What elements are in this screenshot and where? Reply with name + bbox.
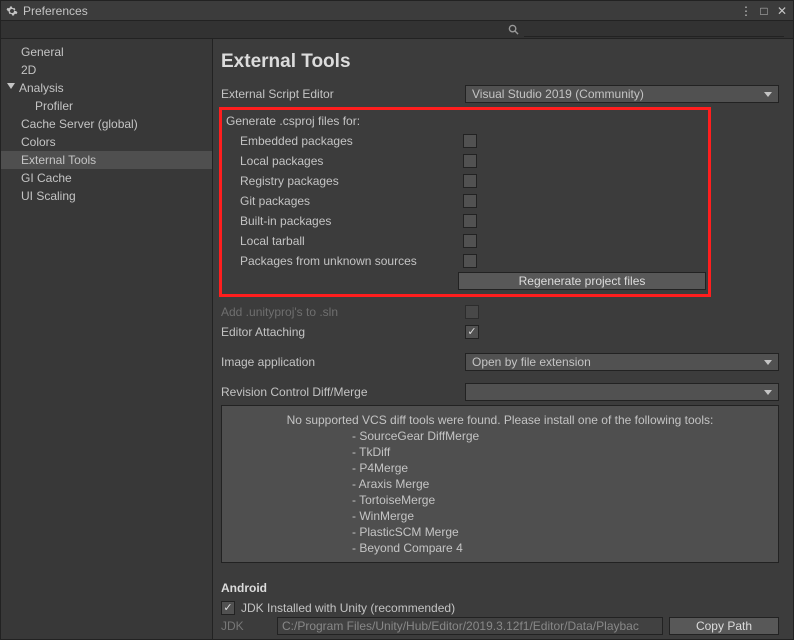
editor-attaching-checkbox[interactable] xyxy=(465,325,479,339)
sidebar-item-cache-server[interactable]: Cache Server (global) xyxy=(1,115,212,133)
titlebar: Preferences ⋮ □ ✕ xyxy=(1,1,793,21)
csproj-registry-checkbox[interactable] xyxy=(463,174,477,188)
close-icon[interactable]: ✕ xyxy=(775,4,789,18)
image-app-dropdown[interactable]: Open by file extension xyxy=(465,353,779,371)
search-input[interactable] xyxy=(524,22,784,37)
copy-path-button[interactable]: Copy Path xyxy=(669,617,779,635)
image-app-label: Image application xyxy=(221,355,465,369)
chevron-down-icon xyxy=(7,83,15,89)
csproj-item-label: Local tarball xyxy=(226,234,463,248)
sidebar-item-ui-scaling[interactable]: UI Scaling xyxy=(1,187,212,205)
unityproj-label: Add .unityproj's to .sln xyxy=(221,305,465,319)
editor-attaching-label: Editor Attaching xyxy=(221,325,465,339)
csproj-item-label: Embedded packages xyxy=(226,134,463,148)
vcs-tool: - TortoiseMerge xyxy=(352,492,768,508)
vcs-tool: - SourceGear DiffMerge xyxy=(352,428,768,444)
csproj-tarball-checkbox[interactable] xyxy=(463,234,477,248)
csproj-builtin-checkbox[interactable] xyxy=(463,214,477,228)
csproj-item-label: Local packages xyxy=(226,154,463,168)
csproj-highlight-box: Generate .csproj files for: Embedded pac… xyxy=(219,107,711,297)
maximize-icon[interactable]: □ xyxy=(757,4,771,18)
image-app-value: Open by file extension xyxy=(472,355,591,369)
csproj-item-label: Registry packages xyxy=(226,174,463,188)
csproj-local-checkbox[interactable] xyxy=(463,154,477,168)
vcs-tool: - P4Merge xyxy=(352,460,768,476)
sidebar-item-analysis[interactable]: Analysis xyxy=(1,79,212,97)
vcs-tool: - WinMerge xyxy=(352,508,768,524)
regenerate-button[interactable]: Regenerate project files xyxy=(458,272,706,290)
gear-icon xyxy=(5,4,19,18)
window-title: Preferences xyxy=(23,4,739,18)
content-panel: External Tools External Script Editor Vi… xyxy=(213,39,793,639)
unityproj-checkbox xyxy=(465,305,479,319)
jdk-installed-label: JDK Installed with Unity (recommended) xyxy=(241,601,455,615)
script-editor-label: External Script Editor xyxy=(221,87,465,101)
csproj-heading: Generate .csproj files for: xyxy=(226,114,470,128)
sidebar: General 2D Analysis Profiler Cache Serve… xyxy=(1,39,213,639)
vcs-message: No supported VCS diff tools were found. … xyxy=(232,412,768,428)
search-icon xyxy=(506,23,520,37)
window-menu-icon[interactable]: ⋮ xyxy=(739,4,753,18)
vcs-tool: - PlasticSCM Merge xyxy=(352,524,768,540)
preferences-window: Preferences ⋮ □ ✕ General 2D Analysis Pr… xyxy=(0,0,794,640)
sidebar-item-colors[interactable]: Colors xyxy=(1,133,212,151)
searchbar xyxy=(1,21,793,39)
csproj-git-checkbox[interactable] xyxy=(463,194,477,208)
sidebar-item-external-tools[interactable]: External Tools xyxy=(1,151,212,169)
vcs-tool: - TkDiff xyxy=(352,444,768,460)
csproj-item-label: Git packages xyxy=(226,194,463,208)
csproj-embedded-checkbox[interactable] xyxy=(463,134,477,148)
script-editor-value: Visual Studio 2019 (Community) xyxy=(472,87,644,101)
jdk-label: JDK xyxy=(221,619,271,633)
sidebar-item-general[interactable]: General xyxy=(1,43,212,61)
revision-control-label: Revision Control Diff/Merge xyxy=(221,385,465,399)
jdk-installed-checkbox[interactable] xyxy=(221,601,235,615)
sidebar-item-gi-cache[interactable]: GI Cache xyxy=(1,169,212,187)
android-heading: Android xyxy=(221,581,779,595)
page-title: External Tools xyxy=(221,51,779,73)
script-editor-dropdown[interactable]: Visual Studio 2019 (Community) xyxy=(465,85,779,103)
sidebar-item-label: Analysis xyxy=(19,81,64,95)
csproj-unknown-checkbox[interactable] xyxy=(463,254,477,268)
csproj-item-label: Built-in packages xyxy=(226,214,463,228)
sidebar-item-2d[interactable]: 2D xyxy=(1,61,212,79)
jdk-path-field xyxy=(277,617,663,635)
csproj-item-label: Packages from unknown sources xyxy=(226,254,463,268)
vcs-info-box: No supported VCS diff tools were found. … xyxy=(221,405,779,563)
vcs-tool: - Beyond Compare 4 xyxy=(352,540,768,556)
revision-control-dropdown[interactable] xyxy=(465,383,779,401)
vcs-tool: - Araxis Merge xyxy=(352,476,768,492)
sidebar-item-profiler[interactable]: Profiler xyxy=(1,97,212,115)
